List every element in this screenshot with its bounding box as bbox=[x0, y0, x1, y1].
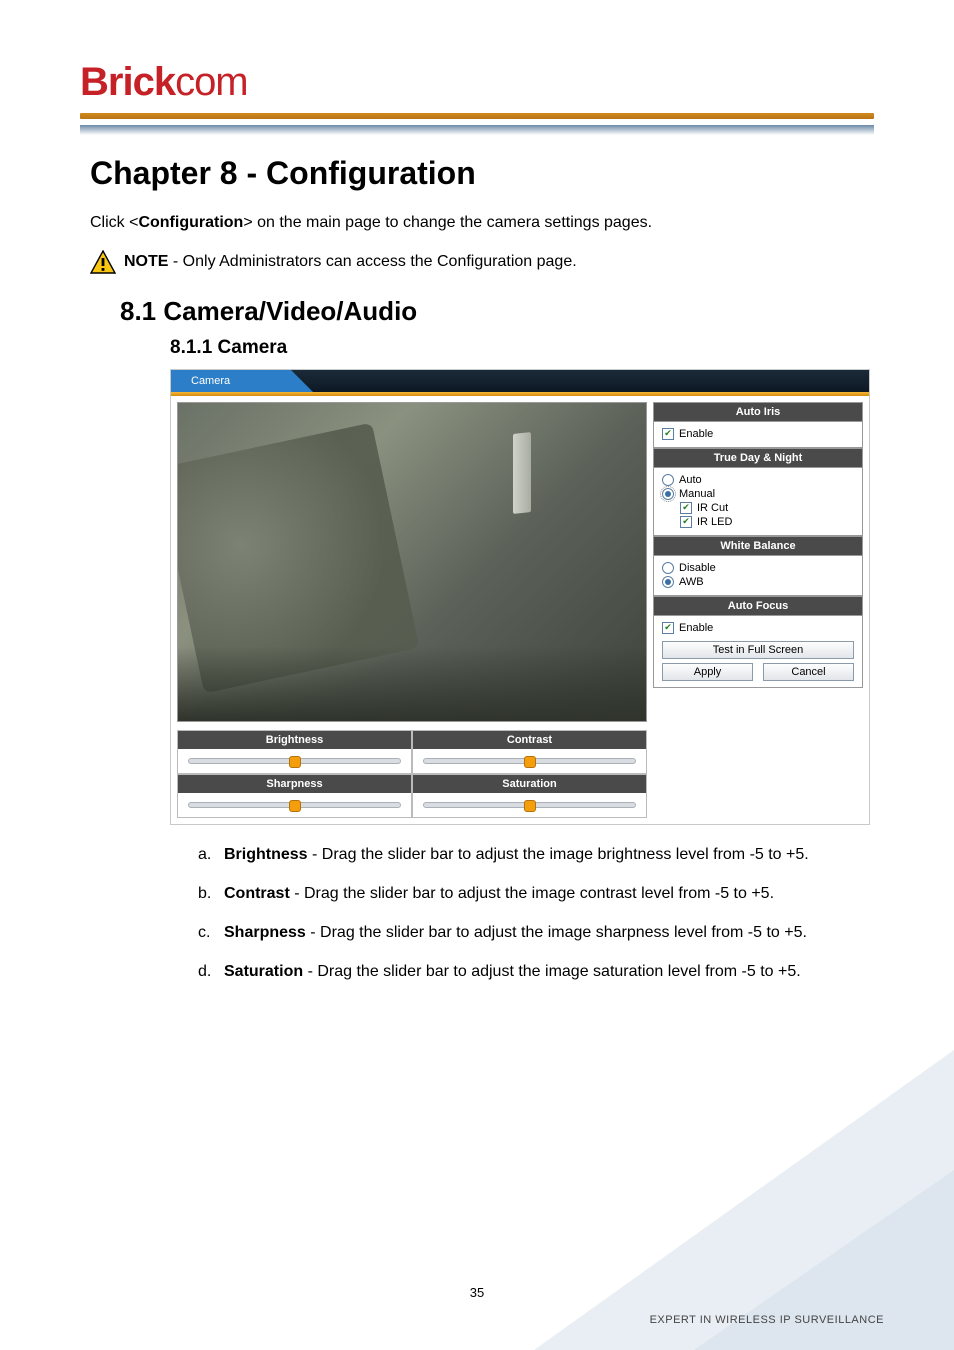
brand-subrule bbox=[80, 125, 874, 135]
term-contrast: Contrast bbox=[224, 885, 290, 902]
brightness-slider[interactable] bbox=[188, 758, 401, 764]
item-brightness: a. Brightness - Drag the slider bar to a… bbox=[198, 843, 814, 866]
contrast-thumb[interactable] bbox=[524, 756, 536, 768]
wb-awb-radio[interactable] bbox=[662, 576, 674, 588]
brand-rule bbox=[80, 113, 874, 119]
ir-led-checkbox[interactable]: ✔ bbox=[680, 516, 692, 528]
intro-conf: Configuration bbox=[138, 214, 243, 231]
footer-tagline: EXPERT IN WIRELESS IP SURVEILLANCE bbox=[650, 1314, 884, 1326]
subsection-title: 8.1.1 Camera bbox=[170, 337, 874, 359]
ir-cut-checkbox[interactable]: ✔ bbox=[680, 502, 692, 514]
intro-paragraph: Click <Configuration> on the main page t… bbox=[90, 212, 874, 234]
ir-led-row[interactable]: ✔ IR LED bbox=[662, 515, 854, 529]
auto-iris-enable-checkbox[interactable]: ✔ bbox=[662, 428, 674, 440]
item-saturation: d. Saturation - Drag the slider bar to a… bbox=[198, 960, 814, 983]
page-number: 35 bbox=[0, 1285, 954, 1300]
note-text: NOTE - Only Administrators can access th… bbox=[124, 253, 577, 271]
intro-suffix: > on the main page to change the camera … bbox=[243, 214, 652, 231]
camera-preview bbox=[177, 402, 647, 722]
tab-camera[interactable]: Camera bbox=[171, 370, 291, 392]
marker-c: c. bbox=[198, 921, 210, 944]
true-dn-auto-radio[interactable] bbox=[662, 474, 674, 486]
sharpness-label: Sharpness bbox=[178, 775, 411, 793]
brand-thin: com bbox=[175, 60, 248, 104]
auto-focus-header: Auto Focus bbox=[653, 596, 863, 615]
auto-focus-enable-row[interactable]: ✔ Enable bbox=[662, 621, 854, 635]
true-dn-header: True Day & Night bbox=[653, 448, 863, 467]
contrast-slider[interactable] bbox=[423, 758, 636, 764]
auto-iris-header: Auto Iris bbox=[653, 402, 863, 421]
auto-focus-enable-checkbox[interactable]: ✔ bbox=[662, 622, 674, 634]
true-dn-manual-radio[interactable] bbox=[662, 488, 674, 500]
item-contrast: b. Contrast - Drag the slider bar to adj… bbox=[198, 882, 814, 905]
contrast-label: Contrast bbox=[413, 731, 646, 749]
rest-sharpness: - Drag the slider bar to adjust the imag… bbox=[306, 924, 807, 941]
rest-brightness: - Drag the slider bar to adjust the imag… bbox=[308, 846, 809, 863]
true-dn-manual-label: Manual bbox=[679, 488, 715, 500]
contrast-cell: Contrast bbox=[412, 730, 647, 774]
brightness-label: Brightness bbox=[178, 731, 411, 749]
saturation-thumb[interactable] bbox=[524, 800, 536, 812]
ir-cut-label: IR Cut bbox=[697, 502, 728, 514]
test-full-screen-button[interactable]: Test in Full Screen bbox=[662, 641, 854, 659]
auto-iris-enable-label: Enable bbox=[679, 428, 713, 440]
auto-focus-enable-label: Enable bbox=[679, 622, 713, 634]
note-label: NOTE bbox=[124, 253, 168, 270]
brand-logo: Brickcom bbox=[80, 60, 874, 105]
rest-contrast: - Drag the slider bar to adjust the imag… bbox=[290, 885, 774, 902]
tab-camera-label: Camera bbox=[191, 375, 230, 387]
white-balance-header: White Balance bbox=[653, 536, 863, 555]
intro-prefix: Click < bbox=[90, 214, 138, 231]
warning-icon bbox=[90, 250, 116, 274]
ir-cut-row[interactable]: ✔ IR Cut bbox=[662, 501, 854, 515]
brightness-thumb[interactable] bbox=[289, 756, 301, 768]
marker-b: b. bbox=[198, 882, 211, 905]
true-dn-manual-row[interactable]: Manual bbox=[662, 487, 854, 501]
wb-awb-label: AWB bbox=[679, 576, 704, 588]
ir-led-label: IR LED bbox=[697, 516, 732, 528]
brightness-cell: Brightness bbox=[177, 730, 412, 774]
slider-descriptions: a. Brightness - Drag the slider bar to a… bbox=[198, 843, 814, 984]
saturation-label: Saturation bbox=[413, 775, 646, 793]
tab-bar: Camera bbox=[171, 370, 869, 392]
saturation-slider[interactable] bbox=[423, 802, 636, 808]
wb-disable-radio[interactable] bbox=[662, 562, 674, 574]
sharpness-cell: Sharpness bbox=[177, 774, 412, 818]
brand-bold: Brick bbox=[80, 60, 175, 104]
sharpness-slider[interactable] bbox=[188, 802, 401, 808]
term-sharpness: Sharpness bbox=[224, 924, 306, 941]
wb-disable-row[interactable]: Disable bbox=[662, 561, 854, 575]
saturation-cell: Saturation bbox=[412, 774, 647, 818]
wb-disable-label: Disable bbox=[679, 562, 716, 574]
rest-saturation: - Drag the slider bar to adjust the imag… bbox=[303, 963, 801, 980]
term-brightness: Brightness bbox=[224, 846, 308, 863]
item-sharpness: c. Sharpness - Drag the slider bar to ad… bbox=[198, 921, 814, 944]
note-body: - Only Administrators can access the Con… bbox=[168, 253, 576, 270]
wb-awb-row[interactable]: AWB bbox=[662, 575, 854, 589]
sharpness-thumb[interactable] bbox=[289, 800, 301, 812]
marker-d: d. bbox=[198, 960, 211, 983]
chapter-title: Chapter 8 - Configuration bbox=[90, 155, 874, 192]
marker-a: a. bbox=[198, 843, 211, 866]
true-dn-auto-row[interactable]: Auto bbox=[662, 473, 854, 487]
auto-iris-enable-row[interactable]: ✔ Enable bbox=[662, 427, 854, 441]
apply-button[interactable]: Apply bbox=[662, 663, 753, 681]
section-title: 8.1 Camera/Video/Audio bbox=[120, 296, 874, 327]
cancel-button[interactable]: Cancel bbox=[763, 663, 854, 681]
note-row: NOTE - Only Administrators can access th… bbox=[90, 250, 874, 274]
camera-config-panel: Camera Brightness Contrast bbox=[170, 369, 870, 825]
true-dn-auto-label: Auto bbox=[679, 474, 702, 486]
term-saturation: Saturation bbox=[224, 963, 303, 980]
